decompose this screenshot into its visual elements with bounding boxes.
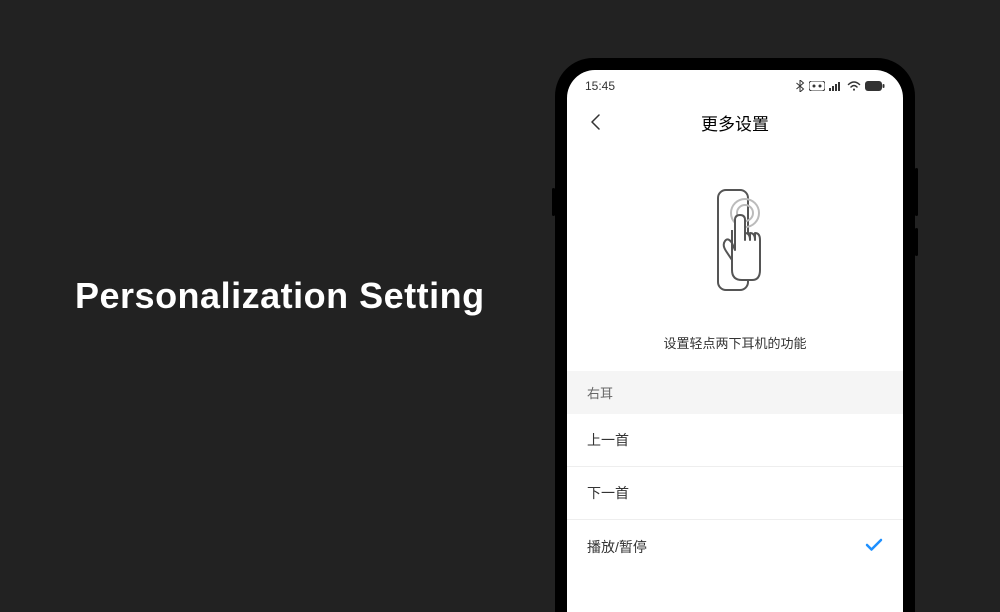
marketing-headline: Personalization Setting xyxy=(75,275,485,317)
phone-volume-button xyxy=(915,168,918,216)
option-label: 上一首 xyxy=(587,430,629,450)
phone-side-button xyxy=(552,188,555,216)
status-bar: 15:45 xyxy=(567,70,903,98)
phone-power-button xyxy=(915,228,918,256)
section-right-ear: 右耳 xyxy=(567,371,903,414)
phone-screen: 15:45 xyxy=(567,70,903,612)
signal-icon xyxy=(829,81,843,91)
option-previous-track[interactable]: 上一首 xyxy=(567,414,903,467)
checkmark-icon xyxy=(865,536,883,557)
wifi-icon xyxy=(847,81,861,91)
option-next-track[interactable]: 下一首 xyxy=(567,467,903,520)
option-label: 下一首 xyxy=(587,483,629,503)
phone-frame: 15:45 xyxy=(555,58,915,612)
volte-icon xyxy=(809,81,825,91)
page-header: 更多设置 xyxy=(567,98,903,146)
back-button[interactable] xyxy=(583,110,607,134)
bluetooth-icon xyxy=(795,80,805,92)
status-icons xyxy=(795,80,885,92)
battery-icon xyxy=(865,81,885,91)
page-title: 更多设置 xyxy=(583,110,887,135)
tap-gesture-illustration xyxy=(690,175,780,305)
back-icon xyxy=(589,113,601,131)
illustration-area: 设置轻点两下耳机的功能 xyxy=(567,146,903,371)
option-play-pause[interactable]: 播放/暂停 xyxy=(567,520,903,573)
option-label: 播放/暂停 xyxy=(587,537,647,557)
status-time: 15:45 xyxy=(585,79,615,93)
instruction-text: 设置轻点两下耳机的功能 xyxy=(663,333,806,352)
